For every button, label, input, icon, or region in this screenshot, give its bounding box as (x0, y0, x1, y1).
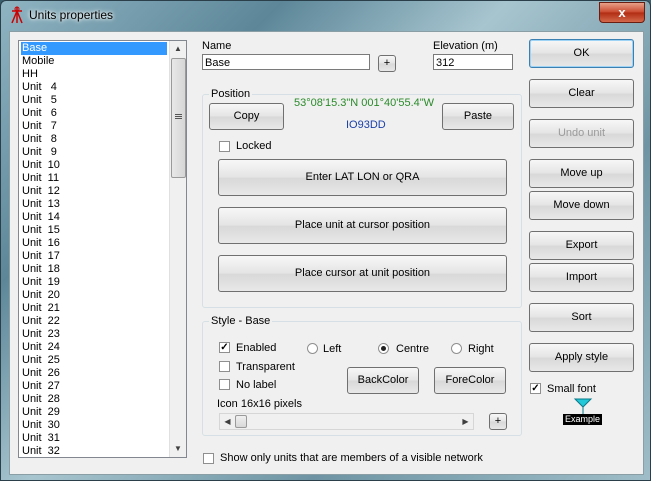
import-button[interactable]: Import (529, 263, 634, 292)
ok-button[interactable]: OK (529, 39, 634, 68)
unit-list-item[interactable]: Unit 17 (21, 250, 167, 263)
align-centre-radio[interactable] (378, 343, 389, 354)
unit-list-item[interactable]: Unit 14 (21, 211, 167, 224)
unit-list-item[interactable]: Unit 32 (21, 445, 167, 457)
name-input[interactable]: Base (202, 54, 370, 70)
style-group-title: Style - Base (209, 315, 273, 327)
show-only-visible-label: Show only units that are members of a vi… (220, 452, 483, 464)
locked-label: Locked (236, 140, 272, 152)
move-up-button[interactable]: Move up (529, 159, 634, 188)
forecolor-button[interactable]: ForeColor (434, 367, 506, 394)
unit-list-item[interactable]: Unit 24 (21, 341, 167, 354)
unit-list-item[interactable]: Unit 7 (21, 120, 167, 133)
unit-list-item[interactable]: Unit 6 (21, 107, 167, 120)
scroll-left-arrow-icon[interactable]: ◀ (221, 415, 234, 428)
paste-button[interactable]: Paste (442, 103, 514, 130)
transparent-label: Transparent (236, 361, 295, 373)
unit-list-item[interactable]: Unit 27 (21, 380, 167, 393)
unit-list-item[interactable]: Unit 18 (21, 263, 167, 276)
undo-unit-button[interactable]: Undo unit (529, 119, 634, 148)
apply-style-button[interactable]: Apply style (529, 343, 634, 372)
enabled-checkbox[interactable]: ✓ (219, 342, 230, 353)
enter-lat-lon-button[interactable]: Enter LAT LON or QRA (218, 159, 507, 196)
units-properties-window: Units properties x Base Mobile HH Unit 4 Uni… (0, 0, 651, 481)
close-button[interactable]: x (599, 2, 645, 23)
list-scrollbar[interactable]: ▲ ▼ (169, 41, 186, 457)
unit-list-item[interactable]: Unit 20 (21, 289, 167, 302)
scroll-up-arrow-icon[interactable]: ▲ (170, 41, 186, 57)
copy-button[interactable]: Copy (209, 103, 284, 130)
scroll-right-arrow-icon[interactable]: ▶ (459, 415, 472, 428)
align-centre-label: Centre (396, 343, 430, 355)
align-right-label: Right (468, 343, 494, 355)
unit-list-item[interactable]: Unit 9 (21, 146, 167, 159)
name-plus-button[interactable]: + (378, 55, 396, 72)
backcolor-button[interactable]: BackColor (347, 367, 419, 394)
scroll-down-arrow-icon[interactable]: ▼ (170, 441, 186, 457)
unit-list-item[interactable]: Base (21, 42, 167, 55)
unit-list-item[interactable]: Unit 21 (21, 302, 167, 315)
unit-list-item[interactable]: Unit 12 (21, 185, 167, 198)
clear-button[interactable]: Clear (529, 79, 634, 108)
unit-list-item[interactable]: Unit 19 (21, 276, 167, 289)
elevation-input[interactable]: 312 (433, 54, 513, 70)
export-button[interactable]: Export (529, 231, 634, 260)
example-label-preview: Example (563, 414, 603, 425)
unit-list-item[interactable]: Unit 13 (21, 198, 167, 211)
unit-list-item[interactable]: Unit 26 (21, 367, 167, 380)
icon-plus-button[interactable]: + (489, 413, 507, 430)
unit-list-item[interactable]: Unit 16 (21, 237, 167, 250)
unit-list-item[interactable]: Unit 5 (21, 94, 167, 107)
unit-list-item[interactable]: Unit 25 (21, 354, 167, 367)
place-cursor-button[interactable]: Place cursor at unit position (218, 255, 507, 292)
icon-scrollbar[interactable]: ◀ ▶ (219, 413, 474, 430)
unit-list-item[interactable]: Unit 29 (21, 406, 167, 419)
place-unit-button[interactable]: Place unit at cursor position (218, 207, 507, 244)
window-title: Units properties (29, 8, 114, 22)
unit-list-item[interactable]: Unit 30 (21, 419, 167, 432)
position-group-title: Position (209, 88, 253, 100)
unit-list-item[interactable]: Unit 15 (21, 224, 167, 237)
coordinates-text: 53°08'15.3"N 001°40'55.4"W (294, 97, 435, 109)
unit-list-item[interactable]: HH (21, 68, 167, 81)
unit-list-item[interactable]: Unit 22 (21, 315, 167, 328)
name-label: Name (202, 40, 232, 52)
unit-list-item[interactable]: Unit 4 (21, 81, 167, 94)
unit-list-item[interactable]: Mobile (21, 55, 167, 68)
show-only-visible-checkbox[interactable] (203, 453, 214, 464)
unit-list-item[interactable]: Unit 11 (21, 172, 167, 185)
unit-list-item[interactable]: Unit 10 (21, 159, 167, 172)
enabled-label: Enabled (236, 342, 277, 354)
icon-size-label: Icon 16x16 pixels (217, 398, 302, 410)
locked-checkbox[interactable] (219, 141, 230, 152)
unit-list-item[interactable]: Unit 23 (21, 328, 167, 341)
move-down-button[interactable]: Move down (529, 191, 634, 220)
align-left-label: Left (323, 343, 342, 355)
no-label-checkbox[interactable] (219, 379, 230, 390)
unit-list-item[interactable]: Unit 8 (21, 133, 167, 146)
unit-marker-icon (573, 398, 593, 414)
units-listbox[interactable]: Base Mobile HH Unit 4 Unit 5 Unit 6 Unit 7 Unit… (18, 40, 187, 458)
icon-scroll-thumb[interactable] (235, 415, 247, 428)
align-left-radio[interactable] (307, 343, 318, 354)
align-right-radio[interactable] (451, 343, 462, 354)
no-label-label: No label (236, 379, 277, 391)
dialog-client-area: Base Mobile HH Unit 4 Unit 5 Unit 6 Unit 7 Unit… (9, 31, 644, 475)
app-icon (11, 6, 23, 24)
transparent-checkbox[interactable] (219, 361, 230, 372)
small-font-checkbox[interactable]: ✓ (530, 383, 541, 394)
title-bar[interactable]: Units properties x (1, 1, 650, 29)
scroll-thumb[interactable] (171, 58, 186, 178)
unit-list-item[interactable]: Unit 28 (21, 393, 167, 406)
unit-list-item[interactable]: Unit 31 (21, 432, 167, 445)
locator-text: IO93DD (346, 119, 386, 131)
small-font-label: Small font (547, 383, 596, 395)
elevation-label: Elevation (m) (433, 40, 498, 52)
sort-button[interactable]: Sort (529, 303, 634, 332)
